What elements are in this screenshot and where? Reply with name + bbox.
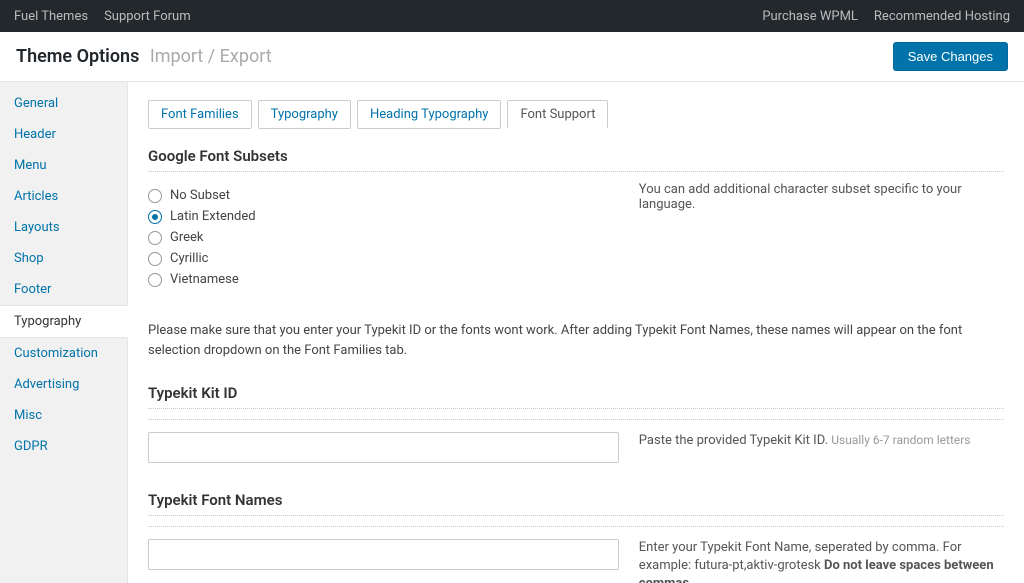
page-title: Theme Options Import / Export [16, 46, 272, 67]
tabs: Font Families Typography Heading Typogra… [148, 100, 1004, 129]
settings-sidebar: General Header Menu Articles Layouts Sho… [0, 82, 128, 583]
tab-font-support[interactable]: Font Support [507, 100, 608, 129]
radio-item-greek[interactable]: Greek [148, 230, 619, 245]
sidebar-item-advertising[interactable]: Advertising [0, 369, 127, 400]
radio-label-greek: Greek [170, 230, 204, 245]
typekit-id-row: Paste the provided Typekit Kit ID. Usual… [148, 432, 1004, 463]
layout: General Header Menu Articles Layouts Sho… [0, 82, 1024, 583]
tab-heading-typography[interactable]: Heading Typography [357, 100, 501, 129]
divider [148, 419, 1004, 420]
radio-item-latin-extended[interactable]: Latin Extended [148, 209, 619, 224]
typekit-id-input[interactable] [148, 432, 619, 463]
radio-label-cyrillic: Cyrillic [170, 251, 208, 266]
radio-latin-extended[interactable] [148, 210, 162, 224]
toolbar-link-fuel-themes[interactable]: Fuel Themes [14, 9, 88, 24]
tab-font-families[interactable]: Font Families [148, 100, 252, 129]
sidebar-item-misc[interactable]: Misc [0, 400, 127, 431]
typekit-id-desc: Paste the provided Typekit Kit ID. Usual… [639, 432, 1004, 450]
radio-no-subset[interactable] [148, 189, 162, 203]
sidebar-item-typography[interactable]: Typography [0, 305, 128, 338]
radio-label-vietnamese: Vietnamese [170, 272, 239, 287]
radio-item-no-subset[interactable]: No Subset [148, 188, 619, 203]
subsets-description: You can add additional character subset … [639, 182, 1004, 212]
sidebar-item-header[interactable]: Header [0, 119, 127, 150]
save-changes-button[interactable]: Save Changes [893, 42, 1008, 71]
divider [148, 526, 1004, 527]
typekit-id-desc-text: Paste the provided Typekit Kit ID. [639, 433, 828, 448]
sidebar-item-footer[interactable]: Footer [0, 274, 127, 305]
section-title-typekit-names: Typekit Font Names [148, 491, 1004, 516]
sidebar-item-shop[interactable]: Shop [0, 243, 127, 274]
radio-greek[interactable] [148, 231, 162, 245]
section-typekit-id: Typekit Kit ID Paste the provided Typeki… [148, 384, 1004, 463]
sidebar-item-customization[interactable]: Customization [0, 338, 127, 369]
main-content: Font Families Typography Heading Typogra… [128, 82, 1024, 583]
sidebar-item-gdpr[interactable]: GDPR [0, 431, 127, 462]
sidebar-item-articles[interactable]: Articles [0, 181, 127, 212]
radio-label-no-subset: No Subset [170, 188, 230, 203]
radio-vietnamese[interactable] [148, 273, 162, 287]
radio-cyrillic[interactable] [148, 252, 162, 266]
subsets-option-row: No Subset Latin Extended Greek Cyrillic [148, 182, 1004, 293]
typekit-note: Please make sure that you enter your Typ… [148, 321, 1004, 360]
toolbar-link-support-forum[interactable]: Support Forum [104, 9, 191, 24]
page-header: Theme Options Import / Export Save Chang… [0, 32, 1024, 82]
admin-toolbar: Fuel Themes Support Forum Purchase WPML … [0, 0, 1024, 32]
sidebar-item-menu[interactable]: Menu [0, 150, 127, 181]
radio-item-cyrillic[interactable]: Cyrillic [148, 251, 619, 266]
typekit-id-desc-muted: Usually 6-7 random letters [831, 433, 970, 447]
toolbar-link-recommended-hosting[interactable]: Recommended Hosting [874, 9, 1010, 24]
section-title-typekit-id: Typekit Kit ID [148, 384, 1004, 409]
section-title-subsets: Google Font Subsets [148, 147, 1004, 172]
typekit-names-row: Enter your Typekit Font Name, seperated … [148, 539, 1004, 583]
radio-item-vietnamese[interactable]: Vietnamese [148, 272, 619, 287]
tab-typography[interactable]: Typography [258, 100, 351, 129]
section-google-font-subsets: Google Font Subsets No Subset Latin Exte… [148, 147, 1004, 293]
sidebar-item-general[interactable]: General [0, 88, 127, 119]
toolbar-left: Fuel Themes Support Forum [14, 9, 191, 24]
page-title-subtitle: Import / Export [150, 46, 272, 67]
page-title-main: Theme Options [16, 46, 139, 67]
typekit-names-desc: Enter your Typekit Font Name, seperated … [639, 539, 1004, 583]
radio-label-latin-extended: Latin Extended [170, 209, 256, 224]
toolbar-link-purchase-wpml[interactable]: Purchase WPML [762, 9, 858, 24]
typekit-names-input[interactable] [148, 539, 619, 570]
subsets-radios: No Subset Latin Extended Greek Cyrillic [148, 182, 619, 293]
sidebar-item-layouts[interactable]: Layouts [0, 212, 127, 243]
toolbar-right: Purchase WPML Recommended Hosting [762, 9, 1010, 24]
section-typekit-names: Typekit Font Names Enter your Typekit Fo… [148, 491, 1004, 583]
